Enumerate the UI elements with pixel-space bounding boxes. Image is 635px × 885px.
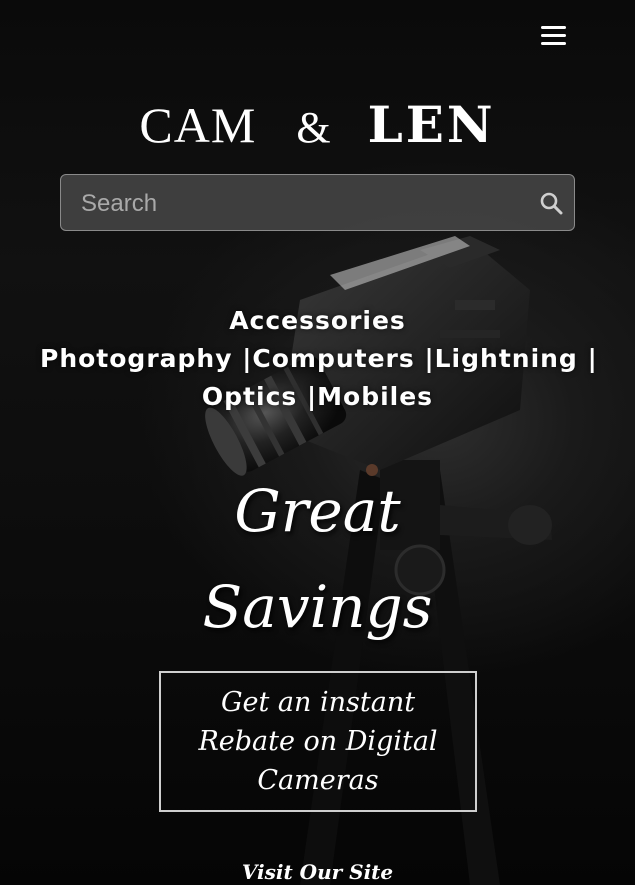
category-separator: | <box>242 344 253 373</box>
category-mobiles[interactable]: Mobiles <box>317 382 433 411</box>
page: CAM&LEN Accessories Photography |Compute… <box>0 0 635 885</box>
search-input[interactable] <box>79 185 513 223</box>
menu-bar-middle <box>541 33 566 37</box>
search-icon[interactable] <box>539 191 563 215</box>
logo-part-cam: CAM <box>139 97 257 153</box>
visit-site-link[interactable]: Visit Our Site <box>0 856 635 885</box>
menu-bar-top <box>541 25 566 29</box>
hero-headline-savings: Savings <box>202 573 433 641</box>
hero-headline-great: Great <box>234 477 401 545</box>
category-separator: | <box>307 382 318 411</box>
hamburger-menu-icon[interactable] <box>536 20 570 50</box>
category-separator: | <box>424 344 435 373</box>
category-accessories[interactable]: Accessories <box>229 306 406 335</box>
category-photography[interactable]: Photography <box>40 344 233 373</box>
category-separator: | <box>587 344 598 373</box>
menu-bar-bottom <box>541 41 566 45</box>
search-bar <box>60 174 575 231</box>
category-lightning[interactable]: Lightning <box>435 344 578 373</box>
rebate-promo-button[interactable]: Get an instant Rebate on Digital Cameras <box>159 671 477 812</box>
category-nav: Accessories Photography |Computers |Ligh… <box>40 302 598 416</box>
category-computers[interactable]: Computers <box>252 344 414 373</box>
category-optics[interactable]: Optics <box>202 382 297 411</box>
site-logo[interactable]: CAM & LEN <box>0 92 635 161</box>
logo-part-len: LEN <box>367 95 496 154</box>
rebate-promo-text: Get an instant Rebate on Digital Cameras <box>198 687 438 796</box>
logo-ampersand: & <box>296 103 332 152</box>
